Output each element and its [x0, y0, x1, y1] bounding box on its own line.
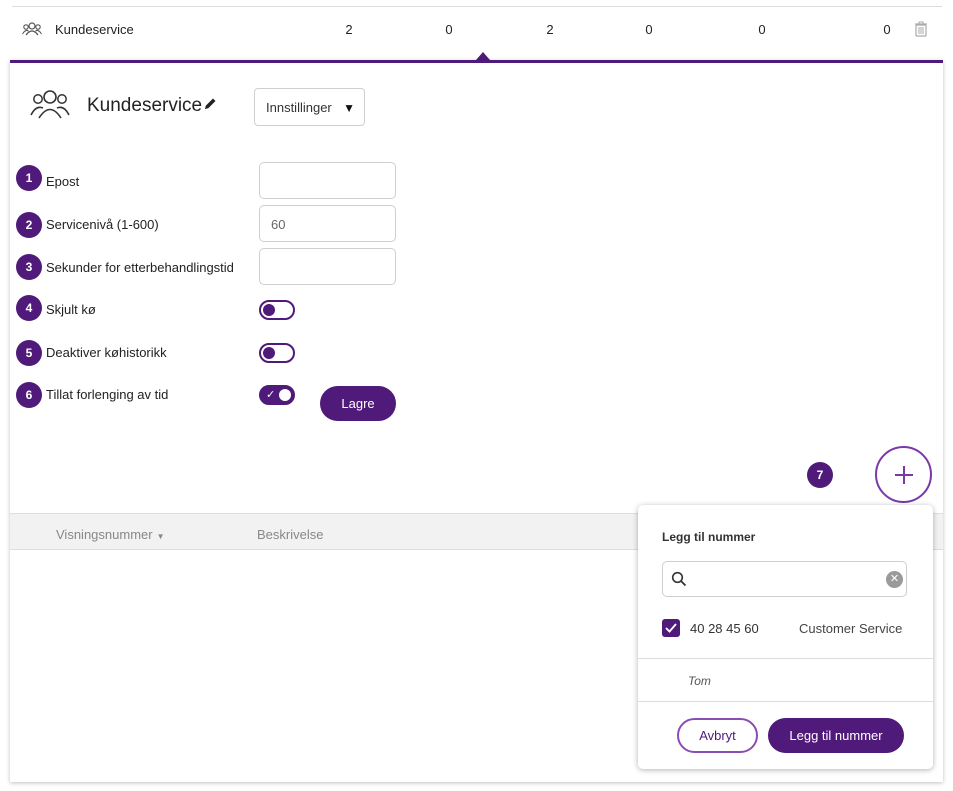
- queue-row[interactable]: Kundeservice 2 0 2 0 0 0: [12, 6, 942, 50]
- queue-stat: 0: [445, 22, 453, 37]
- hidden-queue-label: Skjult kø: [46, 302, 96, 317]
- phone-number: 40 28 45 60: [690, 621, 759, 636]
- column-header-display-number[interactable]: Visningsnummer ▼: [56, 527, 165, 542]
- users-icon: [30, 90, 70, 119]
- add-number-button[interactable]: [875, 446, 932, 503]
- cancel-button[interactable]: Avbryt: [677, 718, 758, 753]
- popup-title: Legg til nummer: [662, 530, 756, 544]
- panel-pointer: [476, 52, 490, 60]
- queue-stat: 0: [645, 22, 653, 37]
- settings-select-value: Innstillinger: [266, 100, 332, 115]
- empty-text: Tom: [688, 674, 711, 688]
- queue-stat: 0: [758, 22, 766, 37]
- step-badge: 2: [16, 212, 42, 238]
- search-input[interactable]: ✕: [662, 561, 907, 597]
- chevron-down-icon: ▼: [343, 101, 355, 115]
- trash-icon[interactable]: [914, 21, 928, 37]
- phone-description: Customer Service: [799, 621, 903, 636]
- service-level-label: Servicenivå (1-600): [46, 217, 159, 232]
- wrapup-seconds-label: Sekunder for etterbehandlingstid: [46, 260, 234, 275]
- column-header-description[interactable]: Beskrivelse: [257, 527, 323, 542]
- step-badge: 4: [16, 295, 42, 321]
- settings-select[interactable]: Innstillinger ▼: [254, 88, 365, 126]
- queue-stat: 0: [883, 22, 891, 37]
- sort-arrow-icon: ▼: [156, 532, 165, 541]
- divider: [638, 658, 933, 659]
- check-icon: ✓: [266, 389, 276, 401]
- queue-stat: 2: [345, 22, 353, 37]
- wrapup-seconds-field[interactable]: [259, 248, 396, 285]
- save-button[interactable]: Lagre: [320, 386, 396, 421]
- service-level-field[interactable]: 60: [259, 205, 396, 242]
- confirm-add-number-button[interactable]: Legg til nummer: [768, 718, 904, 753]
- step-badge: 7: [807, 462, 833, 488]
- clear-icon[interactable]: ✕: [886, 571, 903, 588]
- users-icon: [22, 22, 42, 36]
- panel-title: Kundeservice: [87, 95, 203, 116]
- disable-history-label: Deaktiver køhistorikk: [46, 345, 167, 360]
- add-number-popup: Legg til nummer ✕ 40 28 45 60 Customer S…: [638, 505, 933, 769]
- number-checkbox[interactable]: [662, 619, 680, 637]
- step-badge: 1: [16, 165, 42, 191]
- pencil-icon[interactable]: [203, 97, 217, 111]
- email-label: Epost: [46, 174, 80, 189]
- step-badge: 6: [16, 382, 42, 408]
- queue-name: Kundeservice: [55, 22, 134, 37]
- email-field[interactable]: [259, 162, 396, 199]
- queue-stat: 2: [546, 22, 554, 37]
- disable-history-toggle[interactable]: [259, 343, 295, 363]
- step-badge: 5: [16, 340, 42, 366]
- search-icon: [671, 571, 687, 587]
- hidden-queue-toggle[interactable]: [259, 300, 295, 320]
- step-badge: 3: [16, 254, 42, 280]
- divider: [638, 701, 933, 702]
- allow-extension-label: Tillat forlenging av tid: [46, 387, 169, 402]
- allow-extension-toggle[interactable]: ✓: [259, 385, 295, 405]
- checkbox-check-icon: [665, 623, 677, 633]
